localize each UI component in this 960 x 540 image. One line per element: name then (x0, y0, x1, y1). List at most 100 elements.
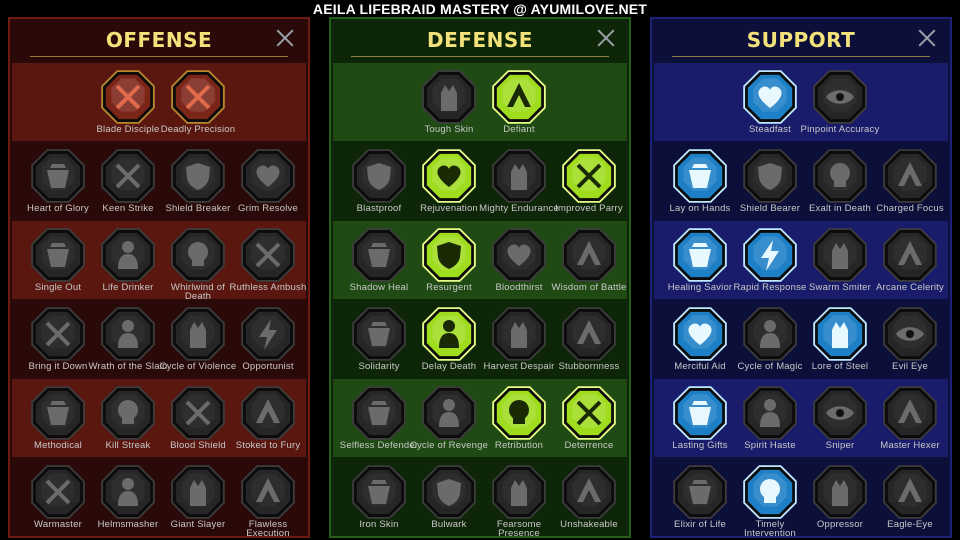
hands-heart-icon (743, 70, 797, 124)
support-close-icon[interactable] (916, 27, 938, 49)
hourglass-icon (422, 307, 476, 361)
eye-rays-icon (883, 307, 937, 361)
talent-shadow-heal[interactable]: Shadow Heal (344, 223, 414, 301)
talent-rejuvenation[interactable]: Rejuvenation (414, 144, 484, 222)
talent-evil-eye[interactable]: Evil Eye (875, 302, 945, 380)
talent-opportunist[interactable]: Opportunist (233, 302, 303, 380)
talent-swarm-smiter[interactable]: Swarm Smiter (805, 223, 875, 301)
talent-delay-death[interactable]: Delay Death (414, 302, 484, 380)
talent-bulwark[interactable]: Bulwark (414, 460, 484, 536)
talent-master-hexer[interactable]: Master Hexer (875, 381, 945, 459)
talent-blood-shield[interactable]: Blood Shield (163, 381, 233, 459)
eye-icon (813, 386, 867, 440)
hammer-fist-icon (101, 307, 155, 361)
horned-helmet-icon (31, 149, 85, 203)
talent-steadfast[interactable]: Steadfast (735, 65, 805, 143)
talent-iron-skin[interactable]: Iron Skin (344, 460, 414, 536)
talent-label: Evil Eye (892, 361, 928, 372)
talent-heart-of-glory[interactable]: Heart of Glory (23, 144, 93, 222)
open-hand-icon (492, 307, 546, 361)
defense-panel: DEFENSE Tough Skin Defiant Blastproof Rejuv… (329, 17, 631, 538)
potion-icon (673, 465, 727, 519)
talent-blastproof[interactable]: Blastproof (344, 144, 414, 222)
talent-methodical[interactable]: Methodical (23, 381, 93, 459)
talent-whirlwind-of-death[interactable]: Whirlwind of Death (163, 223, 233, 301)
swarm-icon (813, 228, 867, 282)
talent-wrath-of-the-slain[interactable]: Wrath of the Slain (89, 302, 167, 380)
talent-wisdom-of-battle[interactable]: Wisdom of Battle (551, 223, 626, 301)
talent-pinpoint-accuracy[interactable]: Pinpoint Accuracy (801, 65, 879, 143)
demon-skull-icon (743, 465, 797, 519)
bullseye-icon (813, 70, 867, 124)
talent-elixir-of-life[interactable]: Elixir of Life (665, 460, 735, 536)
talent-resurgent[interactable]: Resurgent (414, 223, 484, 301)
talent-improved-parry[interactable]: Improved Parry (554, 144, 624, 222)
talent-tough-skin[interactable]: Tough Skin (414, 65, 484, 143)
talent-flawless-execution[interactable]: Flawless Execution (233, 460, 303, 536)
talent-cycle-of-magic[interactable]: Cycle of Magic (735, 302, 805, 380)
talent-warmaster[interactable]: Warmaster (23, 460, 93, 536)
sword-strike-icon (31, 465, 85, 519)
talent-keen-strike[interactable]: Keen Strike (93, 144, 163, 222)
stone-giant-icon (562, 465, 616, 519)
talent-spirit-haste[interactable]: Spirit Haste (735, 381, 805, 459)
talent-shield-bearer[interactable]: Shield Bearer (735, 144, 805, 222)
fist-blade-icon (241, 228, 295, 282)
talent-merciful-aid[interactable]: Merciful Aid (665, 302, 735, 380)
talent-harvest-despair[interactable]: Harvest Despair (483, 302, 554, 380)
talent-timely-intervention[interactable]: Timely Intervention (735, 460, 805, 536)
talent-mighty-endurance[interactable]: Mighty Endurance (479, 144, 559, 222)
defense-title-underline (351, 56, 609, 57)
talent-ruthless-ambush[interactable]: Ruthless Ambush (230, 223, 306, 301)
talent-stoked-to-fury[interactable]: Stoked to Fury (233, 381, 303, 459)
talent-blade-disciple[interactable]: Blade Disciple (93, 65, 163, 143)
talent-deadly-precision[interactable]: Deadly Precision (161, 65, 235, 143)
talent-rapid-response[interactable]: Rapid Response (733, 223, 806, 301)
support-title: SUPPORT (746, 28, 856, 52)
offense-header: OFFENSE (10, 19, 308, 59)
talent-kill-streak[interactable]: Kill Streak (93, 381, 163, 459)
offense-close-icon[interactable] (274, 27, 296, 49)
talent-retribution[interactable]: Retribution (484, 381, 554, 459)
drops-icon (422, 386, 476, 440)
talent-healing-savior[interactable]: Healing Savior (665, 223, 735, 301)
talent-bloodthirst[interactable]: Bloodthirst (484, 223, 554, 301)
talent-sniper[interactable]: Sniper (805, 381, 875, 459)
talent-selfless-defender[interactable]: Selfless Defender (340, 381, 418, 459)
talent-shield-breaker[interactable]: Shield Breaker (163, 144, 233, 222)
defense-close-icon[interactable] (595, 27, 617, 49)
talent-helmsmasher[interactable]: Helmsmasher (93, 460, 163, 536)
talent-grim-resolve[interactable]: Grim Resolve (233, 144, 303, 222)
talent-arcane-celerity[interactable]: Arcane Celerity (875, 223, 945, 301)
armor-plates-icon (422, 70, 476, 124)
talent-cycle-of-revenge[interactable]: Cycle of Revenge (410, 381, 488, 459)
talent-deterrence[interactable]: Deterrence (554, 381, 624, 459)
axes-icon (171, 307, 225, 361)
talent-charged-focus[interactable]: Charged Focus (875, 144, 945, 222)
support-panel: SUPPORT Steadfast Pinpoint Accuracy Lay on… (650, 17, 952, 538)
talent-lasting-gifts[interactable]: Lasting Gifts (665, 381, 735, 459)
talent-cycle-of-violence[interactable]: Cycle of Violence (160, 302, 236, 380)
open-book-icon (813, 307, 867, 361)
talent-life-drinker[interactable]: Life Drinker (93, 223, 163, 301)
talent-oppressor[interactable]: Oppressor (805, 460, 875, 536)
gauntlet-icon (813, 465, 867, 519)
crowd-icon (352, 307, 406, 361)
talent-fearsome-presence[interactable]: Fearsome Presence (484, 460, 554, 536)
talent-bring-it-down[interactable]: Bring it Down (23, 302, 93, 380)
talent-giant-slayer[interactable]: Giant Slayer (163, 460, 233, 536)
talent-defiant[interactable]: Defiant (484, 65, 554, 143)
shield-ring-icon (743, 149, 797, 203)
talent-label: Ruthless Ambush (229, 282, 307, 293)
talent-single-out[interactable]: Single Out (23, 223, 93, 301)
talent-stubbornness[interactable]: Stubbornness (554, 302, 624, 380)
talent-solidarity[interactable]: Solidarity (344, 302, 414, 380)
sword-shield-icon (171, 386, 225, 440)
talent-unshakeable[interactable]: Unshakeable (554, 460, 624, 536)
talent-exalt-in-death[interactable]: Exalt in Death (805, 144, 875, 222)
talent-lay-on-hands[interactable]: Lay on Hands (665, 144, 735, 222)
daggers-icon (171, 70, 225, 124)
talent-eagle-eye[interactable]: Eagle-Eye (875, 460, 945, 536)
talent-lore-of-steel[interactable]: Lore of Steel (805, 302, 875, 380)
comet-icon (743, 307, 797, 361)
